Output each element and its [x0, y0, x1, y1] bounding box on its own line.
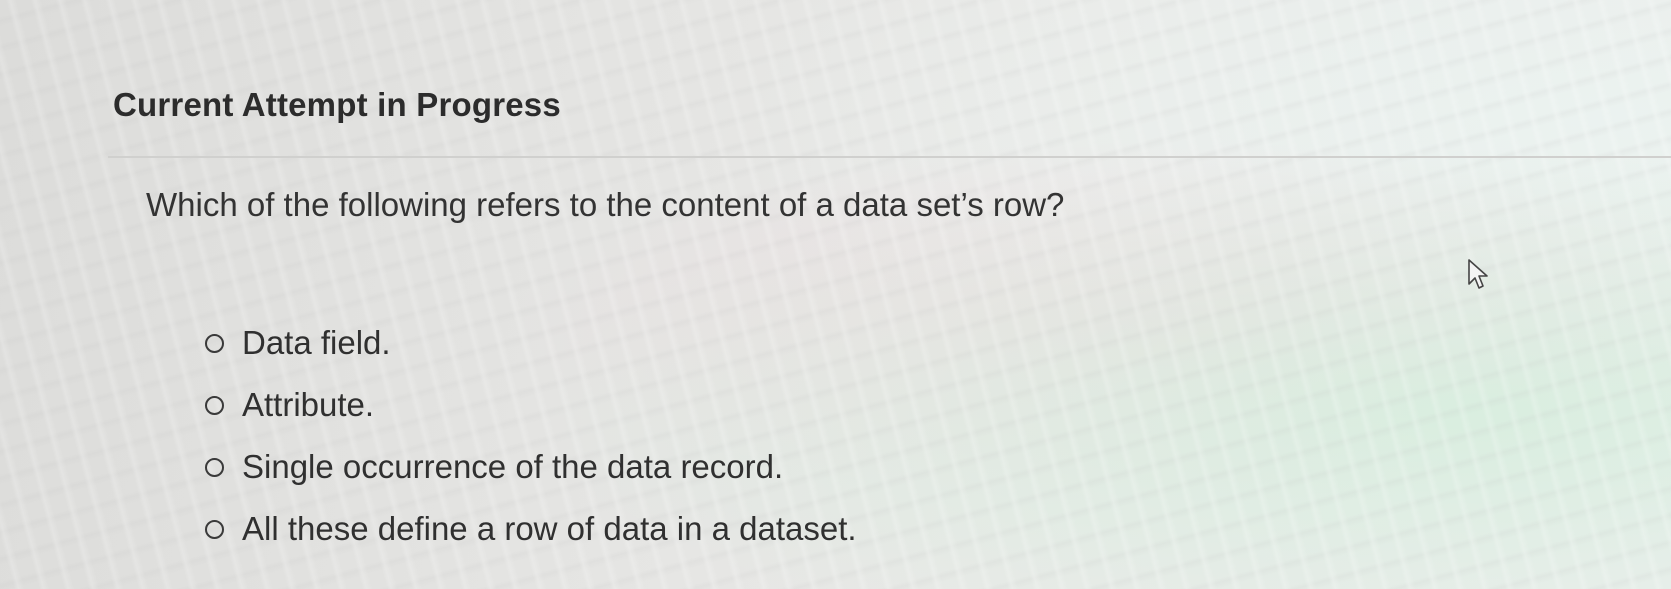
answer-option-1[interactable]: Data field. — [205, 312, 857, 374]
divider — [108, 156, 1671, 158]
answer-option-2[interactable]: Attribute. — [205, 374, 857, 436]
answer-option-3[interactable]: Single occurrence of the data record. — [205, 436, 857, 498]
radio-button-empty-icon[interactable] — [205, 395, 224, 415]
answer-option-label: Attribute. — [242, 386, 375, 423]
question-text: Which of the following refers to the con… — [146, 186, 1065, 223]
answer-options: Data field. Attribute. Single occurrence… — [205, 312, 857, 560]
answer-option-label: Single occurrence of the data record. — [242, 448, 784, 485]
radio-button-empty-icon[interactable] — [205, 333, 224, 353]
answer-option-4[interactable]: All these define a row of data in a data… — [205, 498, 857, 560]
answer-option-label: Data field. — [242, 324, 391, 361]
mouse-pointer-icon — [1468, 259, 1488, 289]
attempt-status-title: Current Attempt in Progress — [113, 86, 561, 123]
radio-button-empty-icon[interactable] — [205, 519, 224, 539]
radio-button-empty-icon[interactable] — [205, 457, 224, 477]
answer-option-label: All these define a row of data in a data… — [242, 510, 857, 547]
